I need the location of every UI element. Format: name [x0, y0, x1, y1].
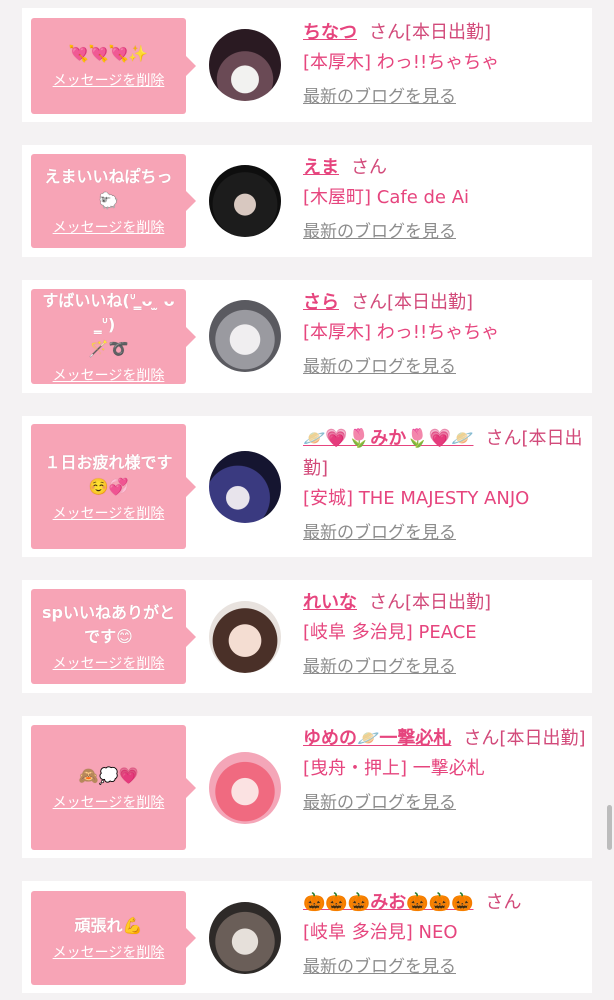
- avatar[interactable]: [209, 902, 281, 974]
- latest-blog-link[interactable]: 最新のブログを見る: [303, 954, 588, 980]
- message-card: １日お疲れ様です ☺️💞 メッセージを削除 🪐💗🌷みか🌷💗🪐 さん[本日出勤] […: [22, 416, 592, 557]
- message-card: えまいいねぽちっ 🐑 メッセージを削除 えま さん [木屋町] Cafe de A…: [22, 145, 592, 257]
- profile-info: れいな さん[本日出勤] [岐阜 多治見] PEACE 最新のブログを見る: [303, 588, 588, 680]
- latest-blog-link[interactable]: 最新のブログを見る: [303, 354, 588, 380]
- status-badge: [本日出勤]: [499, 728, 586, 749]
- message-bubble: 頑張れ💪 メッセージを削除: [31, 891, 196, 985]
- profile-name-link[interactable]: えま: [303, 157, 339, 178]
- profile-info: さら さん[本日出勤] [本厚木] わっ!!ちゃちゃ 最新のブログを見る: [303, 288, 588, 380]
- message-text: spいいねありがと です😊: [42, 602, 175, 646]
- delete-message-link[interactable]: メッセージを削除: [53, 217, 165, 237]
- latest-blog-link[interactable]: 最新のブログを見る: [303, 520, 588, 546]
- honorific: さん: [485, 892, 522, 913]
- profile-name-link[interactable]: ゆめの🪐一撃必札: [303, 728, 451, 749]
- message-text: えまいいねぽちっ 🐑: [44, 167, 173, 210]
- message-bubble: １日お疲れ様です ☺️💞 メッセージを削除: [31, 424, 196, 549]
- avatar[interactable]: [209, 451, 281, 523]
- latest-blog-link[interactable]: 最新のブログを見る: [303, 790, 588, 816]
- profile-info: ゆめの🪐一撃必札 さん[本日出勤] [曳舟・押上] 一撃必札 最新のブログを見る: [303, 724, 588, 816]
- profile-info: 🪐💗🌷みか🌷💗🪐 さん[本日出勤] [安城] THE MAJESTY ANJO 最…: [303, 424, 588, 546]
- profile-name-link[interactable]: さら: [303, 292, 339, 313]
- message-bubble: 🙈💭💗 メッセージを削除: [31, 725, 196, 850]
- message-text: 🙈💭💗: [78, 765, 139, 785]
- message-card: 頑張れ💪 メッセージを削除 🎃🎃🎃みお🎃🎃🎃 さん [岐阜 多治見] NEO 最新…: [22, 881, 592, 993]
- shop-info: [曳舟・押上] 一撃必札: [303, 758, 485, 779]
- honorific: さん: [485, 428, 522, 449]
- scrollbar-thumb[interactable]: [607, 805, 612, 850]
- status-badge: [本日出勤]: [405, 22, 492, 43]
- message-bubble: spいいねありがと です😊 メッセージを削除: [31, 589, 196, 684]
- profile-name-link[interactable]: 🎃🎃🎃みお🎃🎃🎃: [303, 892, 473, 913]
- latest-blog-link[interactable]: 最新のブログを見る: [303, 219, 588, 245]
- shop-info: [本厚木] わっ!!ちゃちゃ: [303, 52, 500, 73]
- message-card: spいいねありがと です😊 メッセージを削除 れいな さん[本日出勤] [岐阜 多…: [22, 580, 592, 693]
- message-bubble: えまいいねぽちっ 🐑 メッセージを削除: [31, 154, 196, 248]
- delete-message-link[interactable]: メッセージを削除: [53, 70, 165, 90]
- honorific: さん: [463, 728, 500, 749]
- avatar[interactable]: [209, 601, 281, 673]
- shop-info: [安城] THE MAJESTY ANJO: [303, 488, 530, 509]
- message-bubble: すばいいね(ᐡ ̳ᴗ ̫ ᴗ ̳ᐡ) 🪄➰ メッセージを削除: [31, 289, 196, 385]
- avatar[interactable]: [209, 165, 281, 237]
- profile-info: ちなつ さん[本日出勤] [本厚木] わっ!!ちゃちゃ 最新のブログを見る: [303, 18, 588, 110]
- status-badge: [本日出勤]: [387, 292, 474, 313]
- message-card: 💘💘💘✨ メッセージを削除 ちなつ さん[本日出勤] [本厚木] わっ!!ちゃちゃ…: [22, 8, 592, 122]
- latest-blog-link[interactable]: 最新のブログを見る: [303, 654, 588, 680]
- message-card: すばいいね(ᐡ ̳ᴗ ̫ ᴗ ̳ᐡ) 🪄➰ メッセージを削除 さら さん[本日出勤…: [22, 280, 592, 393]
- delete-message-link[interactable]: メッセージを削除: [53, 792, 165, 812]
- latest-blog-link[interactable]: 最新のブログを見る: [303, 84, 588, 110]
- status-badge: [本日出勤]: [405, 592, 492, 613]
- profile-info: えま さん [木屋町] Cafe de Ai 最新のブログを見る: [303, 153, 588, 245]
- honorific: さん: [369, 592, 405, 613]
- message-text: 💘💘💘✨: [68, 44, 149, 63]
- honorific: さん: [351, 292, 387, 313]
- message-text: １日お疲れ様です ☺️💞: [44, 452, 173, 496]
- shop-info: [木屋町] Cafe de Ai: [303, 187, 470, 208]
- delete-message-link[interactable]: メッセージを削除: [53, 503, 165, 523]
- avatar[interactable]: [209, 752, 281, 824]
- delete-message-link[interactable]: メッセージを削除: [53, 942, 165, 962]
- message-card: 🙈💭💗 メッセージを削除 ゆめの🪐一撃必札 さん[本日出勤] [曳舟・押上] 一撃…: [22, 716, 592, 858]
- profile-name-link[interactable]: 🪐💗🌷みか🌷💗🪐: [303, 428, 473, 449]
- profile-name-link[interactable]: れいな: [303, 592, 357, 613]
- message-bubble: 💘💘💘✨ メッセージを削除: [31, 18, 196, 114]
- delete-message-link[interactable]: メッセージを削除: [53, 365, 165, 385]
- honorific: さん: [369, 22, 405, 43]
- avatar[interactable]: [209, 300, 281, 372]
- avatar[interactable]: [209, 29, 281, 101]
- message-text: すばいいね(ᐡ ̳ᴗ ̫ ᴗ ̳ᐡ) 🪄➰: [42, 290, 175, 358]
- shop-info: [本厚木] わっ!!ちゃちゃ: [303, 322, 500, 343]
- message-text: 頑張れ💪: [74, 916, 143, 935]
- delete-message-link[interactable]: メッセージを削除: [53, 653, 165, 673]
- shop-info: [岐阜 多治見] PEACE: [303, 622, 477, 643]
- honorific: さん: [351, 157, 387, 178]
- profile-info: 🎃🎃🎃みお🎃🎃🎃 さん [岐阜 多治見] NEO 最新のブログを見る: [303, 888, 588, 980]
- profile-name-link[interactable]: ちなつ: [303, 22, 357, 43]
- shop-info: [岐阜 多治見] NEO: [303, 922, 458, 943]
